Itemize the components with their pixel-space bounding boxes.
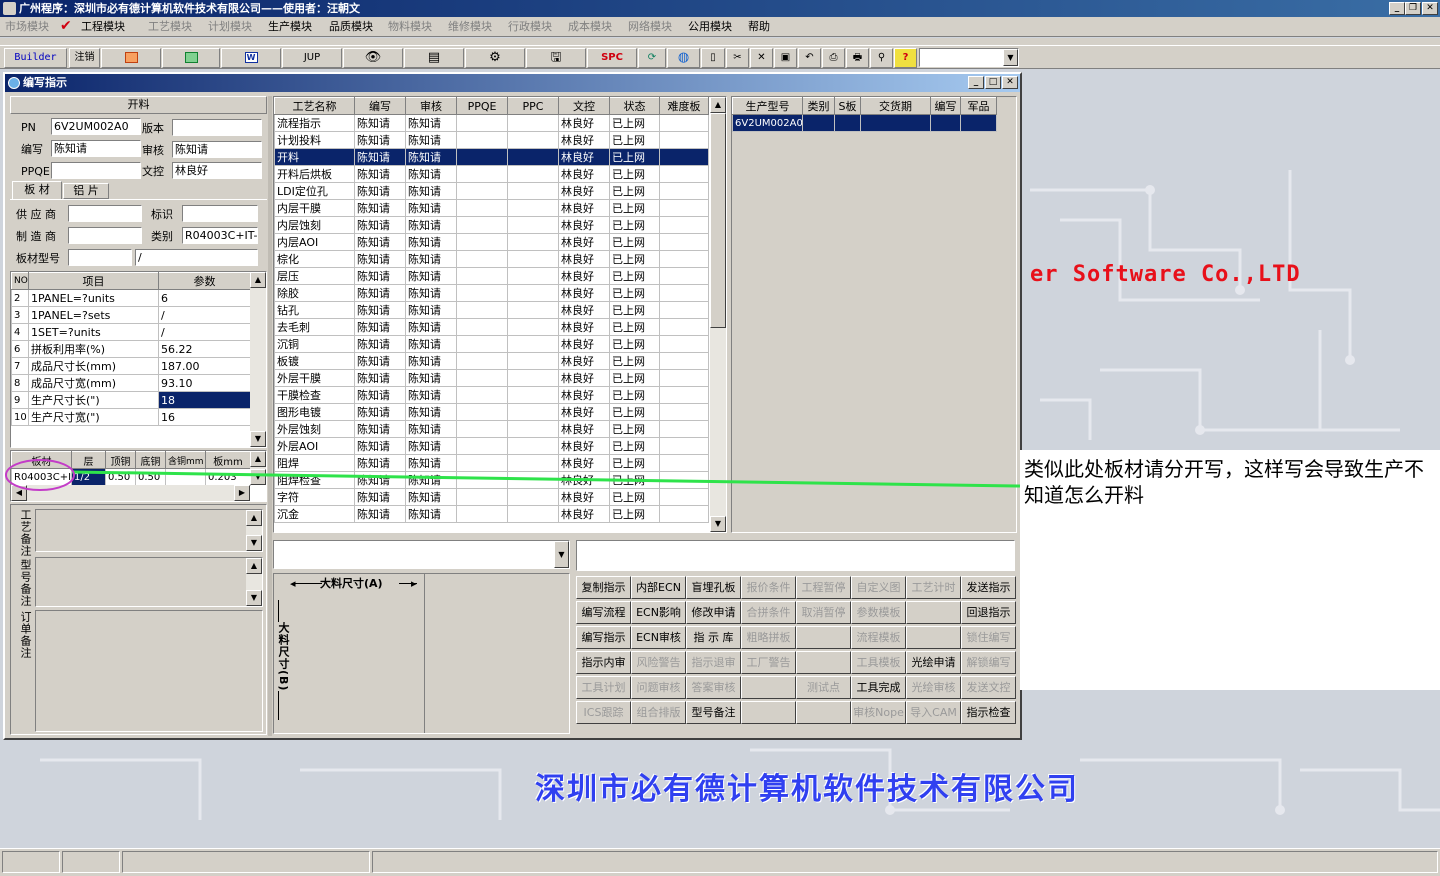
status-panel-1 — [2, 851, 60, 873]
status-panel-3 — [122, 851, 370, 873]
status-panel-2 — [62, 851, 120, 873]
status-bar — [0, 848, 1440, 876]
annotation-ellipse — [5, 459, 75, 491]
status-panel-4 — [372, 851, 1438, 873]
annotation-overlay — [5, 459, 1021, 491]
annotation-line — [71, 470, 1021, 488]
